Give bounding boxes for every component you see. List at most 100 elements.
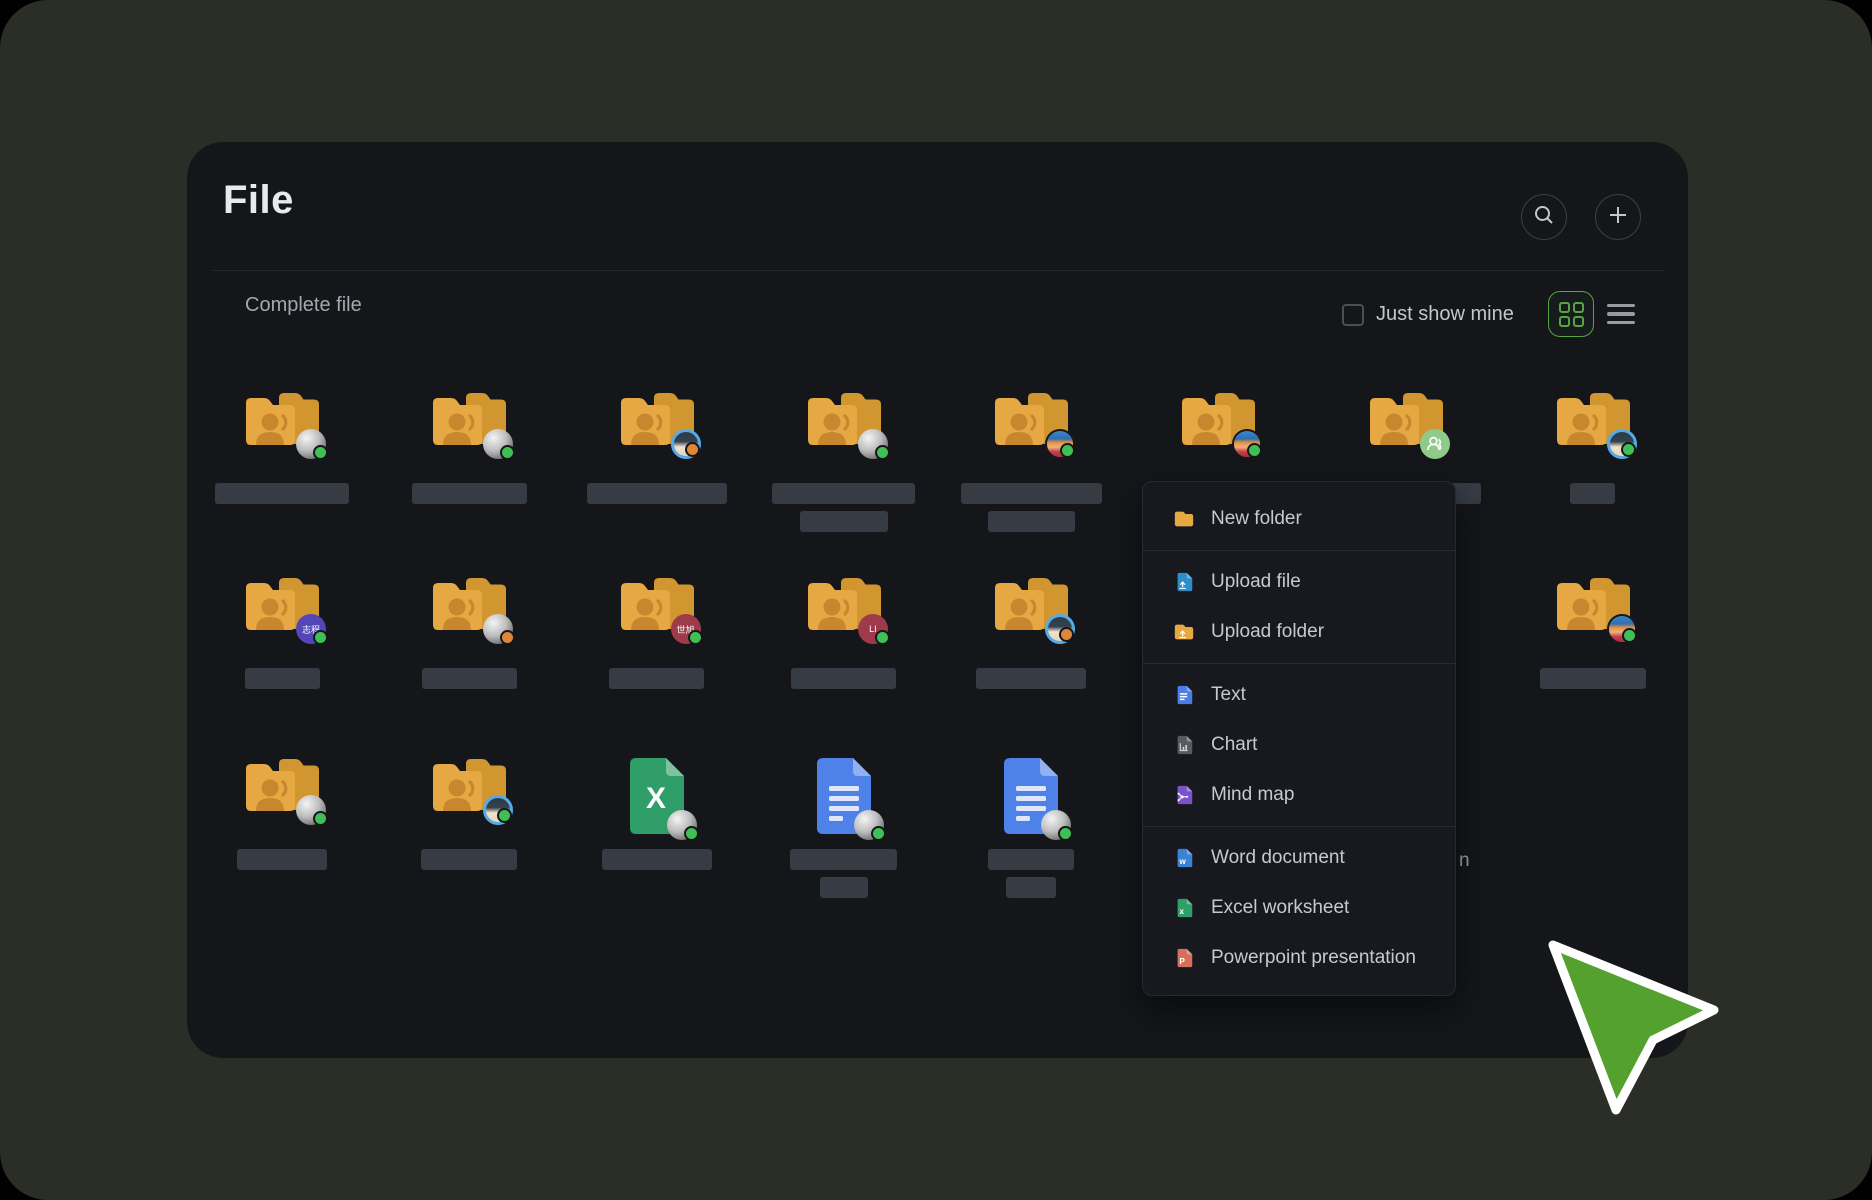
folder-upload-icon (1173, 621, 1195, 643)
grid-view-button[interactable] (1548, 291, 1594, 337)
redacted-filename-bar (609, 668, 704, 689)
grid-view-icon (1559, 302, 1584, 327)
menu-item-powerpoint-presentation[interactable]: P Powerpoint presentation (1143, 933, 1455, 983)
menu-item-label: Text (1211, 684, 1246, 706)
menu-item-label: Chart (1211, 734, 1257, 756)
search-button[interactable] (1521, 194, 1567, 240)
owner-avatar (858, 429, 888, 459)
page-letter-icon: w (1173, 847, 1195, 869)
item-icon-wrap (1523, 573, 1663, 668)
menu-item-label: Word document (1211, 847, 1345, 869)
menu-item-mind-map[interactable]: Mind map (1143, 770, 1455, 820)
header-divider (212, 270, 1663, 271)
item-icon-wrap (212, 388, 352, 483)
status-dot-green (313, 445, 328, 460)
owner-avatar (667, 810, 697, 840)
folder-item[interactable] (399, 573, 539, 696)
menu-item-upload-file[interactable]: Upload file (1143, 557, 1455, 607)
folder-item[interactable] (587, 388, 727, 539)
just-show-mine-filter[interactable]: Just show mine (1342, 303, 1514, 326)
status-dot-green (875, 445, 890, 460)
status-dot-green (875, 630, 890, 645)
menu-item-label: New folder (1211, 508, 1302, 530)
menu-item-label: Upload file (1211, 571, 1301, 593)
status-dot-green (313, 630, 328, 645)
item-icon-wrap (774, 754, 914, 849)
svg-text:X: X (646, 782, 666, 815)
status-dot-green (871, 826, 886, 841)
folder-item[interactable] (1523, 573, 1663, 696)
owner-avatar (1607, 429, 1637, 459)
just-show-mine-checkbox[interactable] (1342, 304, 1364, 326)
folder-item[interactable] (961, 388, 1101, 539)
menu-item-upload-folder[interactable]: Upload folder (1143, 607, 1455, 657)
status-dot-green (1058, 826, 1073, 841)
menu-item-excel-worksheet[interactable]: xExcel worksheet (1143, 883, 1455, 933)
list-view-button[interactable] (1607, 300, 1635, 328)
redacted-filename-bar (988, 511, 1075, 532)
folder-item[interactable] (961, 573, 1101, 696)
folder-item[interactable] (212, 388, 352, 539)
folder-item[interactable] (212, 754, 352, 905)
menu-group: New folder (1143, 488, 1455, 550)
folder-item[interactable] (399, 754, 539, 905)
folder-icon (1173, 508, 1195, 530)
menu-item-text[interactable]: Text (1143, 670, 1455, 720)
menu-item-chart[interactable]: Chart (1143, 720, 1455, 770)
folder-item[interactable]: 世旭 (587, 573, 727, 696)
status-dot-orange (1059, 627, 1074, 642)
menu-item-label: Powerpoint presentation (1211, 947, 1416, 969)
file-item[interactable] (774, 754, 914, 905)
redacted-filename-bar (772, 483, 915, 504)
page-letter-icon: x (1173, 897, 1195, 919)
folder-item[interactable] (774, 388, 914, 539)
file-item[interactable]: X (587, 754, 727, 905)
status-dot-green (684, 826, 699, 841)
filter-label: Just show mine (1376, 303, 1514, 326)
owner-avatar: 世旭 (671, 614, 701, 644)
owner-avatar (296, 795, 326, 825)
owner-avatar: LI (858, 614, 888, 644)
magnifier-icon (1533, 204, 1555, 231)
status-dot-green (688, 630, 703, 645)
owner-avatar (671, 429, 701, 459)
file-item[interactable] (961, 754, 1101, 905)
item-icon-wrap (587, 388, 727, 483)
page-upload-icon (1173, 571, 1195, 593)
redacted-filename-bar (820, 877, 868, 898)
owner-avatar (296, 429, 326, 459)
folder-item[interactable] (399, 388, 539, 539)
svg-text:w: w (1178, 857, 1186, 866)
status-dot-orange (500, 630, 515, 645)
section-label: Complete file (245, 294, 362, 317)
status-dot-green (1060, 443, 1075, 458)
item-icon-wrap (961, 754, 1101, 849)
owner-avatar (1045, 614, 1075, 644)
add-button[interactable] (1595, 194, 1641, 240)
item-icon-wrap (961, 573, 1101, 668)
menu-group: w Word document xExcel worksheet P Powerpo… (1143, 826, 1455, 989)
folder-item[interactable]: LI (774, 573, 914, 696)
page-chart-icon (1173, 734, 1195, 756)
folder-item[interactable]: 志程 (212, 573, 352, 696)
menu-item-new-folder[interactable]: New folder (1143, 494, 1455, 544)
redacted-filename-bar (961, 483, 1102, 504)
file-manager-window: File Complete file Just show mine (187, 142, 1688, 1058)
menu-group: Upload file Upload folder (1143, 550, 1455, 663)
menu-item-word-document[interactable]: w Word document (1143, 833, 1455, 883)
create-context-menu: New folder Upload file Upload folder Tex… (1142, 481, 1456, 996)
item-icon-wrap (399, 573, 539, 668)
redacted-filename-bar (1540, 668, 1646, 689)
svg-text:P: P (1179, 957, 1185, 966)
status-dot-green (497, 808, 512, 823)
item-icon-wrap (961, 388, 1101, 483)
redacted-filename-bar (602, 849, 712, 870)
status-dot-green (1247, 443, 1262, 458)
redacted-filename-bar (422, 668, 517, 689)
folder-item[interactable] (1523, 388, 1663, 539)
item-icon-wrap: LI (774, 573, 914, 668)
owner-avatar (1232, 429, 1262, 459)
page-mindmap-icon (1173, 784, 1195, 806)
item-icon-wrap: 志程 (212, 573, 352, 668)
item-icon-wrap (1523, 388, 1663, 483)
